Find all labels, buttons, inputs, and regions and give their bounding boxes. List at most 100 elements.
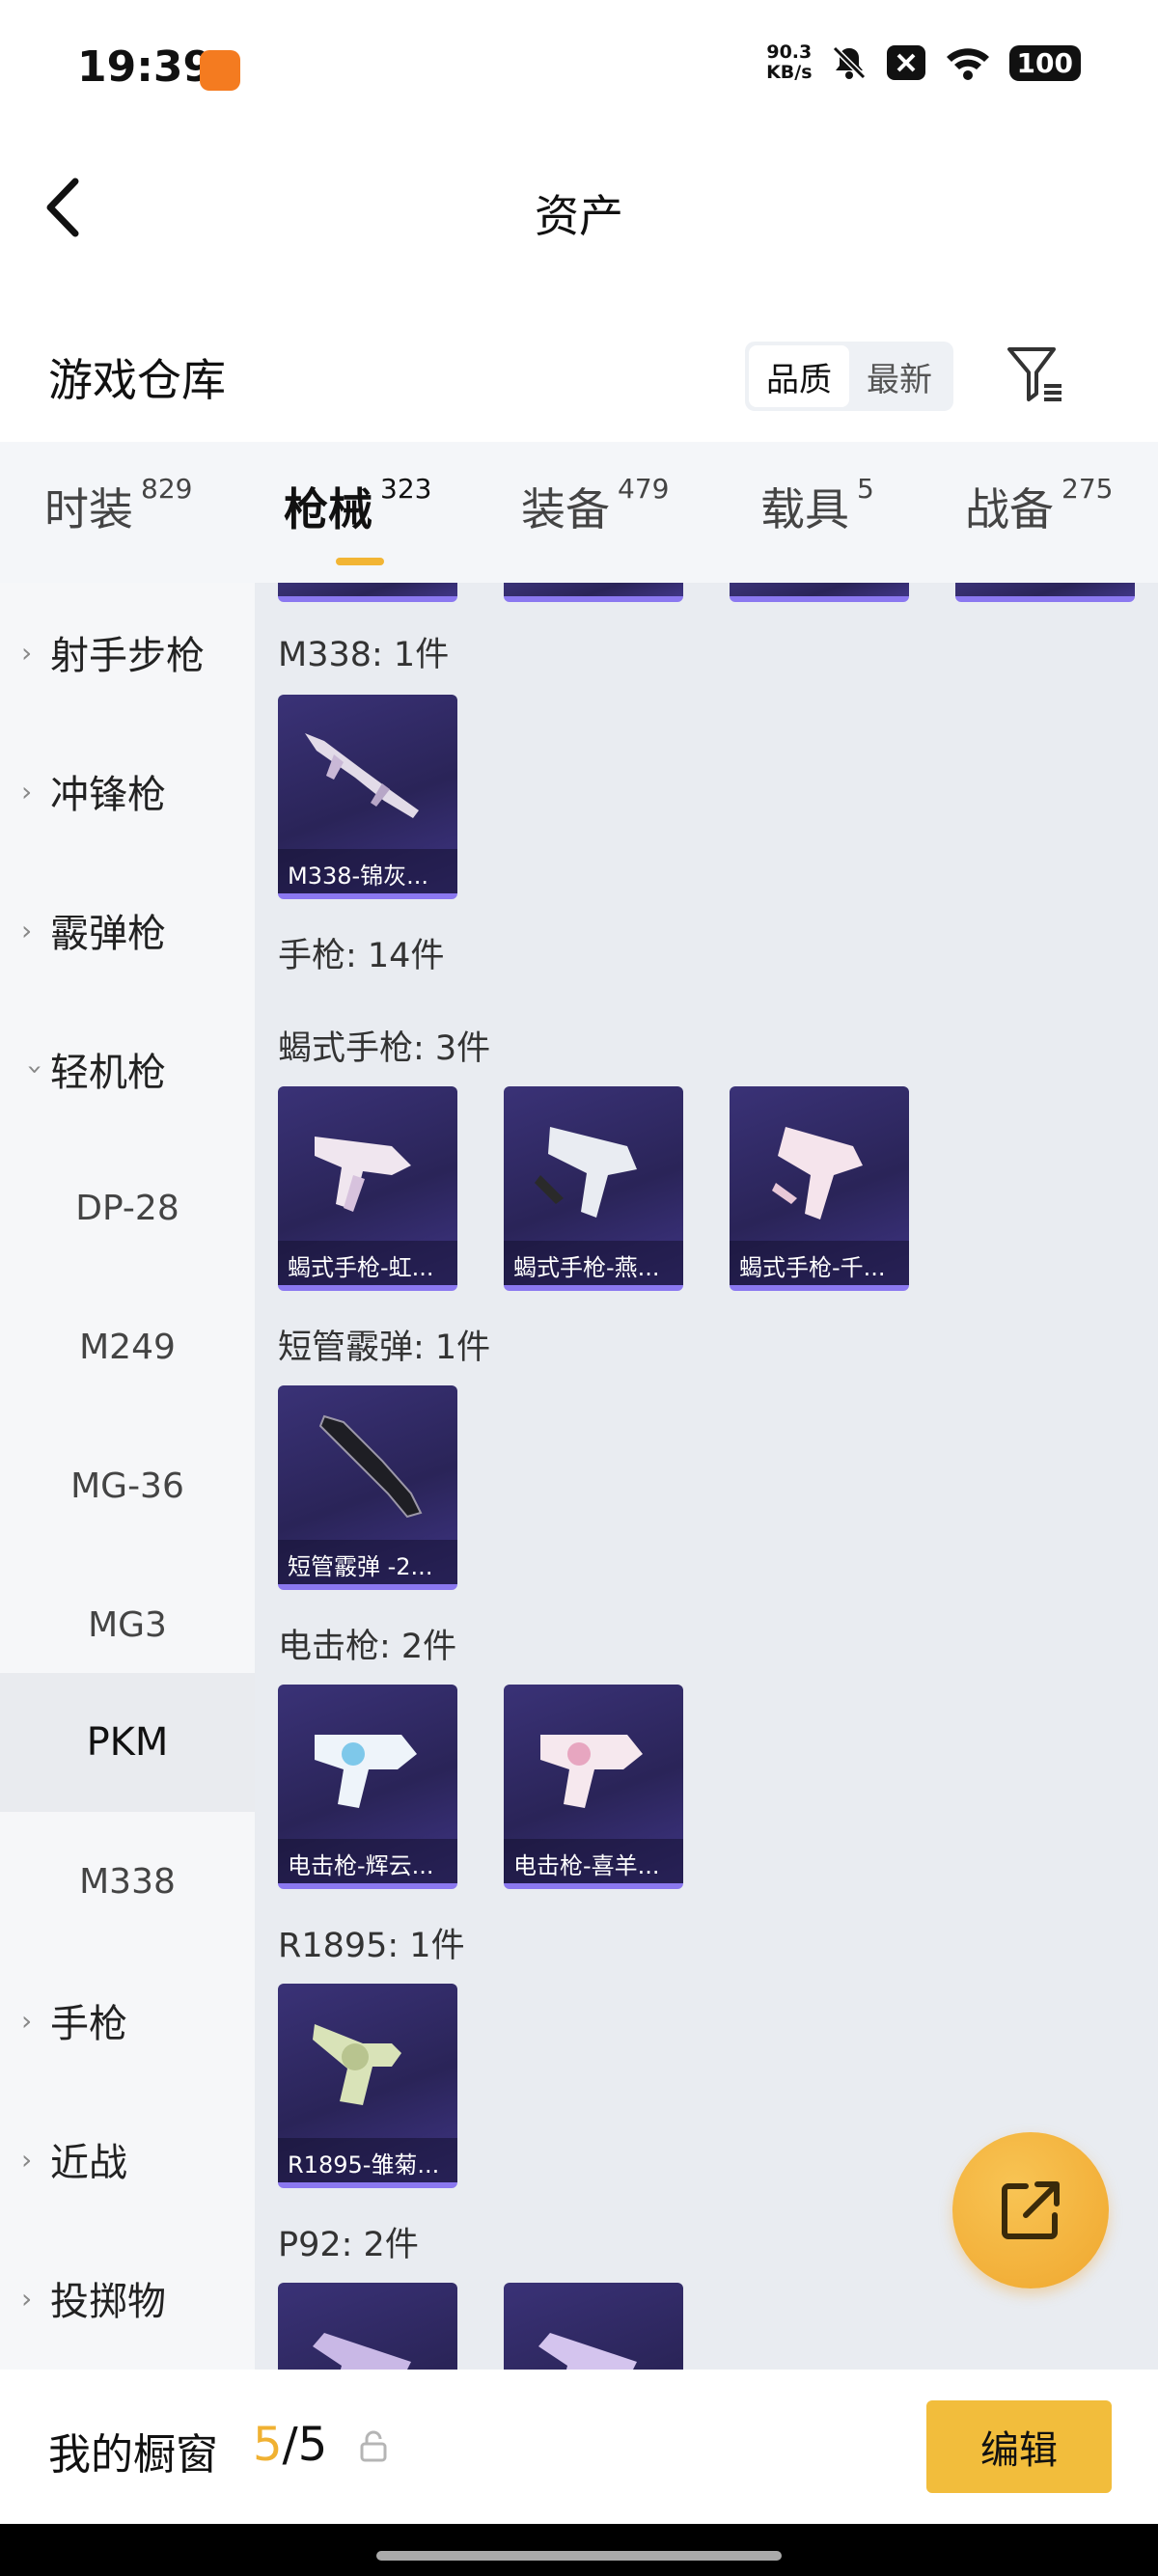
sidebar-item-shotgun[interactable]: › 霰弹枪 [0,861,255,1000]
group-title: 蝎式手枪: 3件 [278,1029,491,1068]
sidebar-item-label: 轻机枪 [50,1051,166,1095]
no-sim-icon [886,44,926,81]
weapon-card-partial[interactable] [730,583,909,602]
network-speed-value: 90.3 [766,41,813,63]
section-title: 游戏仓库 [48,354,226,406]
weapon-card-label: 蝎式手枪-千... [730,1241,909,1285]
weapon-card[interactable] [278,2283,457,2370]
tab-vehicles[interactable]: 载具 5 [760,473,874,538]
showcase-current: 5 [253,2418,283,2472]
weapon-card[interactable]: 蝎式手枪-燕... [504,1086,683,1291]
sidebar-item-label: 手枪 [50,2002,127,2046]
sidebar-item-label: 投掷物 [50,2280,166,2324]
edit-button[interactable]: 编辑 [926,2400,1112,2493]
sidebar-item-label: 射手步枪 [50,634,205,678]
showcase-count: 5/5 [253,2418,327,2472]
category-tabs: 时装 829 枪械 323 装备 479 载具 5 战备 275 [0,442,1158,583]
pistol-icon [313,2333,411,2370]
weapon-card[interactable]: 蝎式手枪-虹... [278,1086,457,1291]
app-notification-icon [200,50,240,91]
sidebar-item-smg[interactable]: › 冲锋枪 [0,722,255,861]
sidebar-item-pkm[interactable]: PKM [0,1673,255,1812]
chevron-right-icon: › [21,914,33,946]
status-icons: 90.3 KB/s 100 [766,42,1081,83]
weapon-card[interactable]: R1895-雏菊... [278,1984,457,2188]
group-title: M338: 1件 [278,636,450,674]
weapon-card-partial[interactable] [955,583,1135,602]
tab-label: 时装 [44,483,133,535]
weapon-card-partial[interactable] [504,583,683,602]
chevron-right-icon: › [21,775,33,808]
showcase-label: 我的橱窗 [48,2430,218,2480]
tab-combat-gear[interactable]: 战备 275 [965,473,1114,538]
weapon-card-label: 短管霰弹 -2... [278,1540,457,1584]
stun-gun-icon [315,1735,417,1808]
sidebar-item-mg36[interactable]: MG-36 [0,1416,255,1555]
status-bar: 19:39 90.3 KB/s 100 [0,0,1158,135]
tab-label: 枪械 [284,483,372,535]
group-title: P92: 2件 [278,2226,419,2264]
group-title: 电击枪: 2件 [278,1628,457,1666]
chevron-right-icon: › [21,2282,33,2315]
sidebar-item-m249[interactable]: M249 [0,1277,255,1416]
sort-newest-button[interactable]: 最新 [849,345,950,407]
top-app-bar: 资产 [0,154,1158,260]
home-indicator[interactable] [376,2551,782,2561]
weapon-card[interactable]: 短管霰弹 -2... [278,1385,457,1590]
weapon-card-label: 电击枪-喜羊... [504,1839,683,1883]
stun-gun-icon [540,1735,643,1808]
tab-weapons[interactable]: 枪械 323 [284,473,431,565]
smg-icon [772,1127,863,1219]
battery-indicator: 100 [1008,44,1081,81]
weapon-card[interactable]: M338-锦灰... [278,695,457,899]
sidebar-item-pistol[interactable]: › 手枪 [0,1951,255,2090]
app-root: 19:39 90.3 KB/s 100 资产 游戏仓库 品质 最新 时装 829… [0,0,1158,2576]
tab-label: 战备 [965,483,1054,535]
tab-fashion[interactable]: 时装 829 [44,473,192,538]
tab-label: 载具 [760,483,849,535]
tab-count: 479 [618,473,670,505]
weapon-card-label: 蝎式手枪-虹... [278,1241,457,1285]
tab-count: 5 [857,473,874,505]
weapon-card-partial[interactable] [278,583,457,602]
sidebar-item-throwable[interactable]: › 投掷物 [0,2229,255,2368]
sidebar-item-label: 冲锋枪 [50,773,166,817]
weapon-card[interactable]: 蝎式手枪-千... [730,1086,909,1291]
share-fab[interactable] [952,2132,1109,2288]
weapon-card-label: 电击枪-辉云... [278,1839,457,1883]
sort-toggle: 品质 最新 [745,342,953,411]
page-title: 资产 [535,190,623,242]
rifle-icon [305,733,419,818]
tab-label: 装备 [521,483,610,535]
network-speed: 90.3 KB/s [766,42,812,83]
chevron-down-icon: › [19,1063,52,1075]
filter-button[interactable] [1004,343,1067,407]
weapon-card[interactable]: 电击枪-喜羊... [504,1685,683,1889]
filter-icon [1007,347,1062,401]
shotgun-icon [318,1414,423,1519]
lock-icon [360,2430,387,2462]
system-nav-bar [0,2524,1158,2576]
sidebar-item-label: 近战 [50,2141,127,2185]
sidebar-item-dp28[interactable]: DP-28 [0,1138,255,1277]
weapon-card[interactable]: 电击枪-辉云... [278,1685,457,1889]
sort-quality-button[interactable]: 品质 [749,345,849,407]
tab-equipment[interactable]: 装备 479 [521,473,670,538]
sidebar-item-lmg[interactable]: › 轻机枪 [0,1000,255,1138]
weapon-card[interactable] [504,2283,683,2370]
weapon-card-label: 蝎式手枪-燕... [504,1241,683,1285]
group-title: 手枪: 14件 [278,937,445,975]
status-time: 19:39 [77,42,213,92]
group-title: 短管霰弹: 1件 [278,1329,491,1367]
showcase-bar: 我的橱窗 5/5 编辑 [0,2370,1158,2524]
external-link-icon [1002,2181,1060,2239]
sidebar-item-marksman-rifle[interactable]: › 射手步枪 [0,583,255,722]
weapon-card-label: M338-锦灰... [278,849,457,893]
mute-bell-icon [830,43,868,82]
wifi-icon [944,44,992,81]
group-title: R1895: 1件 [278,1927,465,1965]
sidebar-item-melee[interactable]: › 近战 [0,2090,255,2229]
sidebar-item-m338[interactable]: M338 [0,1812,255,1951]
chevron-right-icon: › [21,2143,33,2176]
tab-count: 275 [1062,473,1114,505]
